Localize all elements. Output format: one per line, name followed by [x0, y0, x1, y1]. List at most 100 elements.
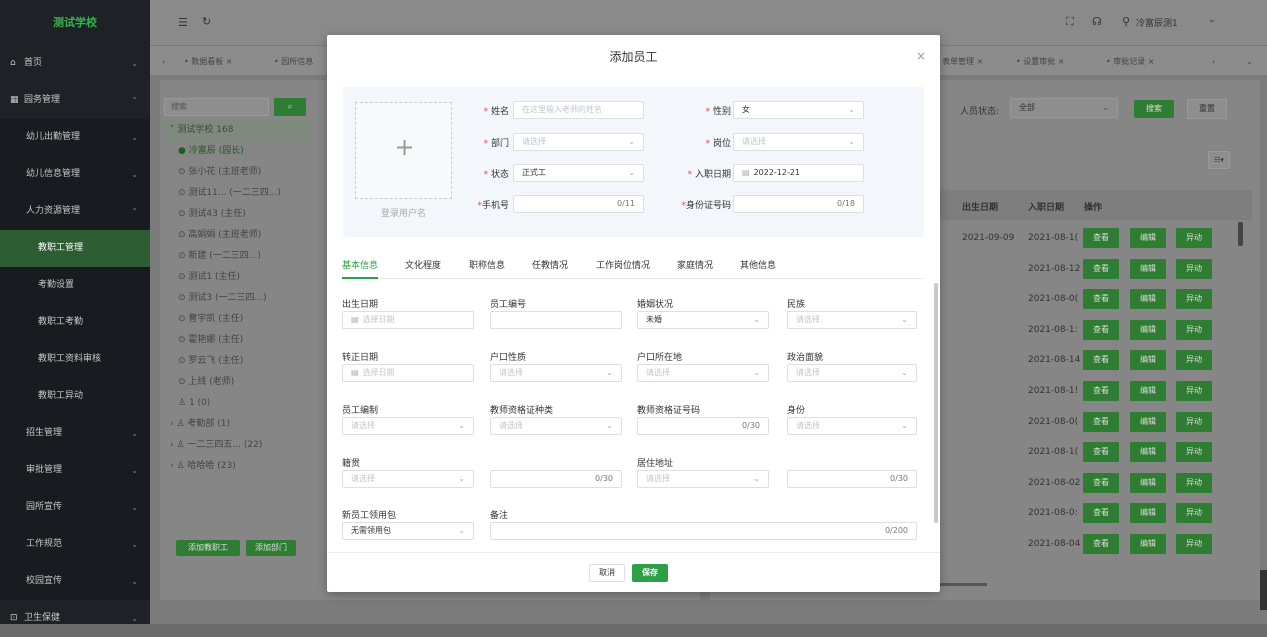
tree-node[interactable]: ⊙ 曹宇凯 (主任)	[164, 309, 312, 330]
headset-icon[interactable]: ☊	[1092, 15, 1102, 28]
edit-button[interactable]: 编辑	[1130, 534, 1166, 554]
remark-input[interactable]: 0/200	[490, 522, 917, 540]
tab-dashboard[interactable]: • 数据看板 ×	[178, 54, 239, 70]
dept-select[interactable]: 请选择 ⌄	[513, 133, 644, 151]
edit-button[interactable]: 编辑	[1130, 381, 1166, 401]
regular-date-picker[interactable]: ▤ 选择日期	[342, 364, 474, 382]
tab-teaching[interactable]: 任教情况	[532, 258, 568, 271]
sidebar-item-staff-transfer[interactable]: 教职工异动	[0, 378, 150, 415]
search-icon[interactable]: ⌕	[274, 98, 306, 116]
sidebar-item-staff[interactable]: 教职工管理	[0, 230, 150, 267]
edit-button[interactable]: 编辑	[1130, 411, 1166, 432]
transfer-button[interactable]: 异动	[1176, 289, 1212, 310]
tab-other[interactable]: 其他信息	[740, 258, 776, 271]
phone-input[interactable]: 0/11	[513, 195, 644, 213]
edit-button[interactable]: 编辑	[1130, 442, 1166, 463]
transfer-button[interactable]: 异动	[1176, 319, 1212, 340]
tree-node[interactable]: › ♙ 哈哈哈 (23)	[164, 456, 312, 477]
tree-node[interactable]: ⊙ 高娟娟 (主班老师)	[164, 225, 312, 246]
user-name[interactable]: 冷富辰测1	[1136, 16, 1178, 29]
transfer-button[interactable]: 异动	[1176, 503, 1212, 524]
tree-node[interactable]: ⊙ 张小花 (主班老师)	[164, 162, 312, 183]
native-detail-input[interactable]: 0/30	[490, 470, 622, 488]
add-dept-button[interactable]: 添加部门	[246, 540, 296, 556]
tree-search-input[interactable]: 搜索	[164, 98, 269, 116]
tree-node[interactable]: ⊙ 测试3 (一二三四...)	[164, 288, 312, 309]
status-select[interactable]: 正式工 ⌄	[513, 164, 644, 182]
add-staff-button[interactable]: 添加教职工	[176, 540, 240, 556]
edit-button[interactable]: 编辑	[1130, 503, 1166, 524]
tab-title[interactable]: 职称信息	[469, 258, 505, 271]
status-filter-select[interactable]: 全部 ⌄	[1010, 98, 1118, 118]
tabs-scroll-left[interactable]: ‹	[156, 54, 171, 70]
sidebar-item-enroll[interactable]: 招生管理 ⌄	[0, 415, 150, 452]
tree-root[interactable]: ˅ 测试学校 168	[164, 120, 312, 141]
sidebar-item-campus[interactable]: ▦ 园务管理 ⌃	[0, 82, 150, 119]
tree-node[interactable]: ⊙ 罗云飞 (主任)	[164, 351, 312, 372]
edit-button[interactable]: 编辑	[1130, 319, 1166, 340]
cert-no-input[interactable]: 0/30	[637, 417, 769, 435]
sidebar-item-health[interactable]: ⊡ 卫生保健 ⌄	[0, 600, 150, 637]
tree-node[interactable]: ⊙ 新建 (一二三四...)	[164, 246, 312, 267]
transfer-button[interactable]: 异动	[1176, 350, 1212, 371]
sidebar-item-promo[interactable]: 园所宣传 ⌄	[0, 489, 150, 526]
view-button[interactable]: 查看	[1083, 472, 1119, 493]
identity-select[interactable]: 请选择 ⌄	[787, 417, 917, 435]
view-button[interactable]: 查看	[1083, 503, 1119, 524]
tree-node[interactable]: ⊙ 霍艳娜 (主任)	[164, 330, 312, 351]
join-date-picker[interactable]: ▤ 2022-12-21	[733, 164, 864, 182]
view-button[interactable]: 查看	[1083, 228, 1119, 248]
tab-position[interactable]: 工作岗位情况	[596, 258, 650, 271]
view-button[interactable]: 查看	[1083, 258, 1119, 279]
hukou-type-select[interactable]: 请选择 ⌄	[490, 364, 622, 382]
view-button[interactable]: 查看	[1083, 289, 1119, 310]
tab-basic[interactable]: 基本信息	[342, 258, 378, 271]
name-input[interactable]: 在这里输入老师的姓名	[513, 101, 644, 119]
cancel-button[interactable]: 取消	[589, 564, 625, 582]
sidebar-item-norms[interactable]: 工作规范 ⌄	[0, 526, 150, 563]
transfer-button[interactable]: 异动	[1176, 228, 1212, 248]
tab-campus-info[interactable]: • 园所信息	[268, 54, 319, 70]
refresh-icon[interactable]: ↻	[202, 15, 211, 28]
tab-education[interactable]: 文化程度	[405, 258, 441, 271]
tab-form-mgmt[interactable]: 表单管理 ×	[936, 54, 989, 70]
tree-node[interactable]: ♙ 1 (0)	[164, 393, 312, 414]
sidebar-item-staff-attendance[interactable]: 教职工考勤	[0, 304, 150, 341]
search-button[interactable]: 搜索	[1134, 100, 1174, 118]
package-select[interactable]: 无需领用包 ⌄	[342, 522, 474, 540]
native-select[interactable]: 请选择 ⌄	[342, 470, 474, 488]
view-button[interactable]: 查看	[1083, 350, 1119, 371]
post-select[interactable]: 请选择 ⌄	[733, 133, 864, 151]
staff-no-input[interactable]	[490, 311, 622, 329]
avatar-upload[interactable]: +	[355, 102, 452, 199]
transfer-button[interactable]: 异动	[1176, 411, 1212, 432]
view-button[interactable]: 查看	[1083, 319, 1119, 340]
view-button[interactable]: 查看	[1083, 381, 1119, 401]
tree-node[interactable]: › ♙ 一二三四五... (22)	[164, 435, 312, 456]
column-settings-icon[interactable]: ☷▾	[1208, 151, 1230, 169]
edit-button[interactable]: 编辑	[1130, 350, 1166, 371]
political-select[interactable]: 请选择 ⌄	[787, 364, 917, 382]
tabs-dropdown-icon[interactable]: ⌄	[1240, 54, 1259, 70]
view-button[interactable]: 查看	[1083, 411, 1119, 432]
sidebar-item-attendance-settings[interactable]: 考勤设置	[0, 267, 150, 304]
tabs-scroll-right[interactable]: ›	[1206, 54, 1221, 70]
edit-button[interactable]: 编辑	[1130, 228, 1166, 248]
dialog-scrollbar[interactable]	[934, 283, 938, 523]
hukou-location-select[interactable]: 请选择 ⌄	[637, 364, 769, 382]
address-select[interactable]: 请选择 ⌄	[637, 470, 769, 488]
tab-family[interactable]: 家庭情况	[677, 258, 713, 271]
birth-date-picker[interactable]: ▤ 选择日期	[342, 311, 474, 329]
tree-node[interactable]: ⊙ 测试1 (主任)	[164, 267, 312, 288]
transfer-button[interactable]: 异动	[1176, 534, 1212, 554]
cert-type-select[interactable]: 请选择 ⌄	[490, 417, 622, 435]
idcard-input[interactable]: 0/18	[733, 195, 864, 213]
address-detail-input[interactable]: 0/30	[787, 470, 917, 488]
sidebar-item-approval[interactable]: 审批管理 ⌄	[0, 452, 150, 489]
edit-button[interactable]: 编辑	[1130, 472, 1166, 493]
view-button[interactable]: 查看	[1083, 534, 1119, 554]
tab-approval-settings[interactable]: • 设置审批 ×	[1010, 54, 1071, 70]
sidebar-item-home[interactable]: ⌂ 首页 ⌄	[0, 45, 150, 82]
table-scrollbar[interactable]	[1238, 222, 1243, 246]
sidebar-item-campus-promo[interactable]: 校园宣传 ⌄	[0, 563, 150, 600]
